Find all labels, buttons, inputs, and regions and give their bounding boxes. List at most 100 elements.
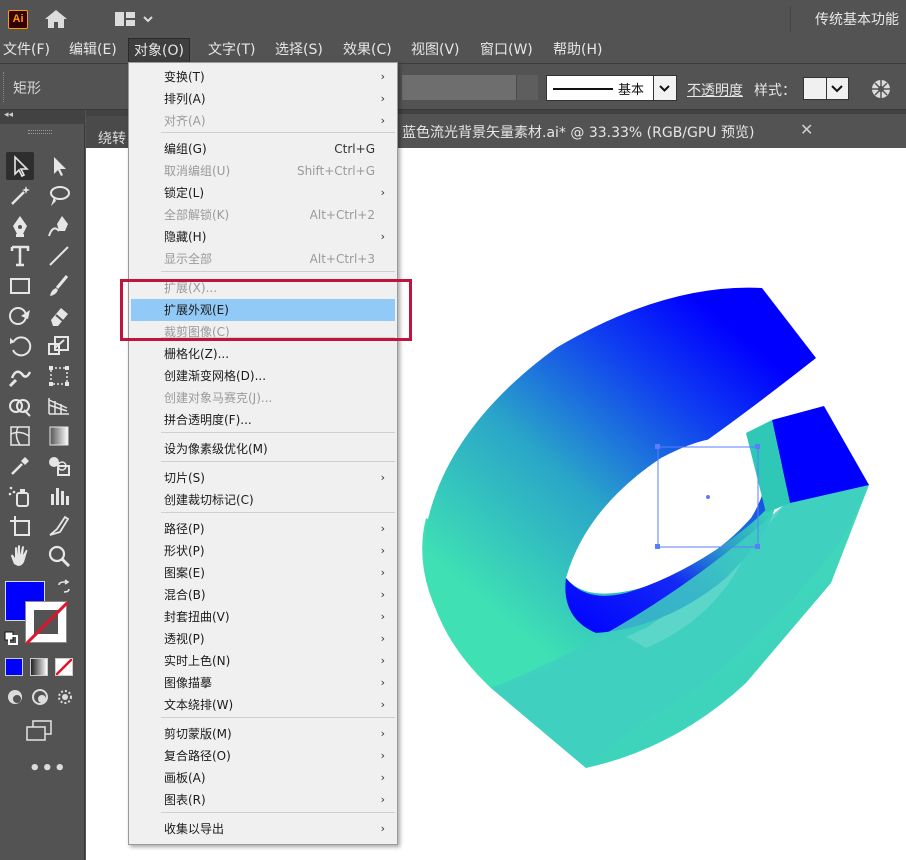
menu-help[interactable]: 帮助(H) xyxy=(553,38,602,63)
pen-tool-icon[interactable] xyxy=(6,212,34,240)
chevron-down-icon[interactable] xyxy=(827,77,849,100)
slice-tool-icon[interactable] xyxy=(45,512,73,540)
menu-item[interactable]: 显示全部 Alt+Ctrl+3 xyxy=(131,248,395,270)
menu-edit[interactable]: 编辑(E) xyxy=(69,38,117,63)
column-graph-tool-icon[interactable] xyxy=(45,482,73,510)
shape-builder-tool-icon[interactable] xyxy=(6,392,34,420)
submenu-arrow-icon: › xyxy=(380,771,385,784)
hand-tool-icon[interactable] xyxy=(6,542,34,570)
chevron-down-icon[interactable] xyxy=(654,75,677,101)
default-fill-stroke-icon[interactable] xyxy=(4,631,18,645)
stroke-color-swatch[interactable] xyxy=(25,601,68,644)
menu-item[interactable]: 取消编组(U) Shift+Ctrl+G xyxy=(131,160,395,182)
rotate-tool-icon[interactable] xyxy=(6,332,34,360)
menu-item-label: 图表(R) xyxy=(164,793,206,807)
menu-item[interactable]: 路径(P) › xyxy=(131,518,395,540)
menu-item[interactable]: 栅格化(Z)... xyxy=(131,343,395,365)
menu-item[interactable]: 复合路径(O) › xyxy=(131,745,395,767)
menu-object[interactable]: 对象(O) xyxy=(128,38,190,63)
close-icon[interactable]: ✕ xyxy=(800,120,813,139)
type-tool-icon[interactable] xyxy=(6,242,34,270)
arrange-documents-icon[interactable] xyxy=(113,10,155,28)
menu-item[interactable]: 透视(P) › xyxy=(131,628,395,650)
perspective-grid-tool-icon[interactable] xyxy=(45,392,73,420)
color-mode-button[interactable] xyxy=(5,658,23,676)
menu-separator xyxy=(161,432,395,433)
menu-select[interactable]: 选择(S) xyxy=(275,38,323,63)
menu-item[interactable]: 创建对象马赛克(J)... xyxy=(131,387,395,409)
menu-item[interactable]: 收集以导出 › xyxy=(131,818,395,840)
menu-item[interactable]: 锁定(L) › xyxy=(131,182,395,204)
tab-document-active[interactable]: 蓝色流光背景矢量素材.ai* @ 33.33% (RGB/GPU 预览) ✕ xyxy=(396,114,906,148)
more-tools-icon[interactable]: ••• xyxy=(29,758,67,779)
collapse-icon[interactable]: ◂◂ xyxy=(4,110,13,120)
eraser-tool-icon[interactable] xyxy=(45,302,73,330)
free-transform-tool-icon[interactable] xyxy=(45,362,73,390)
menu-item[interactable]: 切片(S) › xyxy=(131,467,395,489)
stroke-profile-dropdown[interactable]: 基本 xyxy=(546,75,654,101)
menu-item[interactable]: 排列(A) › xyxy=(131,88,395,110)
menu-item-label: 混合(B) xyxy=(164,588,206,602)
panel-grip[interactable] xyxy=(3,72,5,102)
mesh-tool-icon[interactable] xyxy=(6,422,34,450)
rectangle-tool-icon[interactable] xyxy=(6,272,34,300)
menu-item[interactable]: 设为像素级优化(M) xyxy=(131,438,395,460)
menu-item[interactable]: 隐藏(H) › xyxy=(131,226,395,248)
menu-effect[interactable]: 效果(C) xyxy=(343,38,392,63)
zoom-tool-icon[interactable] xyxy=(45,542,73,570)
lasso-tool-icon[interactable] xyxy=(45,182,73,210)
gradient-tool-icon[interactable] xyxy=(45,422,73,450)
menu-item[interactable]: 全部解锁(K) Alt+Ctrl+2 xyxy=(131,204,395,226)
graphic-style-swatch[interactable] xyxy=(803,77,827,100)
menu-item[interactable]: 文本绕排(W) › xyxy=(131,694,395,716)
menu-item[interactable]: 图案(E) › xyxy=(131,562,395,584)
selection-tool-icon[interactable] xyxy=(6,152,34,180)
draw-normal-icon[interactable] xyxy=(6,688,24,706)
artboard-tool-icon[interactable] xyxy=(6,512,34,540)
submenu-arrow-icon: › xyxy=(380,632,385,645)
line-segment-tool-icon[interactable] xyxy=(45,242,73,270)
swap-fill-stroke-icon[interactable] xyxy=(56,579,72,595)
menu-item[interactable]: 对齐(A) › xyxy=(131,110,395,132)
curvature-tool-icon[interactable] xyxy=(45,212,73,240)
blend-tool-icon[interactable] xyxy=(45,452,73,480)
menu-item[interactable]: 混合(B) › xyxy=(131,584,395,606)
direct-selection-tool-icon[interactable] xyxy=(45,152,73,180)
recolor-artwork-icon[interactable] xyxy=(870,78,892,100)
menu-item[interactable]: 实时上色(N) › xyxy=(131,650,395,672)
draw-inside-icon[interactable] xyxy=(56,688,74,706)
menu-window[interactable]: 窗口(W) xyxy=(480,38,533,63)
menu-item[interactable]: 拼合透明度(F)... xyxy=(131,409,395,431)
warp-tool-icon[interactable] xyxy=(6,362,34,390)
menu-item[interactable]: 图像描摹 › xyxy=(131,672,395,694)
menu-item[interactable]: 剪切蒙版(M) › xyxy=(131,723,395,745)
menu-item[interactable]: 画板(A) › xyxy=(131,767,395,789)
menu-item[interactable]: 编组(G) Ctrl+G xyxy=(131,138,395,160)
menu-item[interactable]: 创建裁切标记(C) xyxy=(131,489,395,511)
menu-type[interactable]: 文字(T) xyxy=(208,38,255,63)
menu-item[interactable]: 变换(T) › xyxy=(131,66,395,88)
draw-behind-icon[interactable] xyxy=(31,688,49,706)
symbol-sprayer-tool-icon[interactable] xyxy=(6,482,34,510)
menu-item[interactable]: 创建渐变网格(D)... xyxy=(131,365,395,387)
gradient-mode-button[interactable] xyxy=(30,658,48,676)
menu-item[interactable]: 封套扭曲(V) › xyxy=(131,606,395,628)
stroke-weight-field[interactable] xyxy=(402,75,516,100)
menu-view[interactable]: 视图(V) xyxy=(411,38,460,63)
menu-item[interactable]: 形状(P) › xyxy=(131,540,395,562)
opacity-link[interactable]: 不透明度 xyxy=(687,80,743,100)
chevron-down-icon[interactable] xyxy=(516,75,538,100)
shaper-tool-icon[interactable] xyxy=(6,302,34,330)
none-mode-button[interactable] xyxy=(55,658,73,676)
eyedropper-tool-icon[interactable] xyxy=(6,452,34,480)
workspace-switcher[interactable]: 传统基本功能 xyxy=(815,9,899,29)
screen-mode-icon[interactable] xyxy=(25,719,53,743)
menu-file[interactable]: 文件(F) xyxy=(3,38,50,63)
scale-tool-icon[interactable] xyxy=(45,332,73,360)
home-icon[interactable] xyxy=(44,9,68,29)
menu-item[interactable]: 图表(R) › xyxy=(131,789,395,811)
magic-wand-tool-icon[interactable] xyxy=(6,182,34,210)
menu-item-label: 切片(S) xyxy=(164,471,205,485)
panel-grip[interactable] xyxy=(28,130,52,134)
paintbrush-tool-icon[interactable] xyxy=(45,272,73,300)
